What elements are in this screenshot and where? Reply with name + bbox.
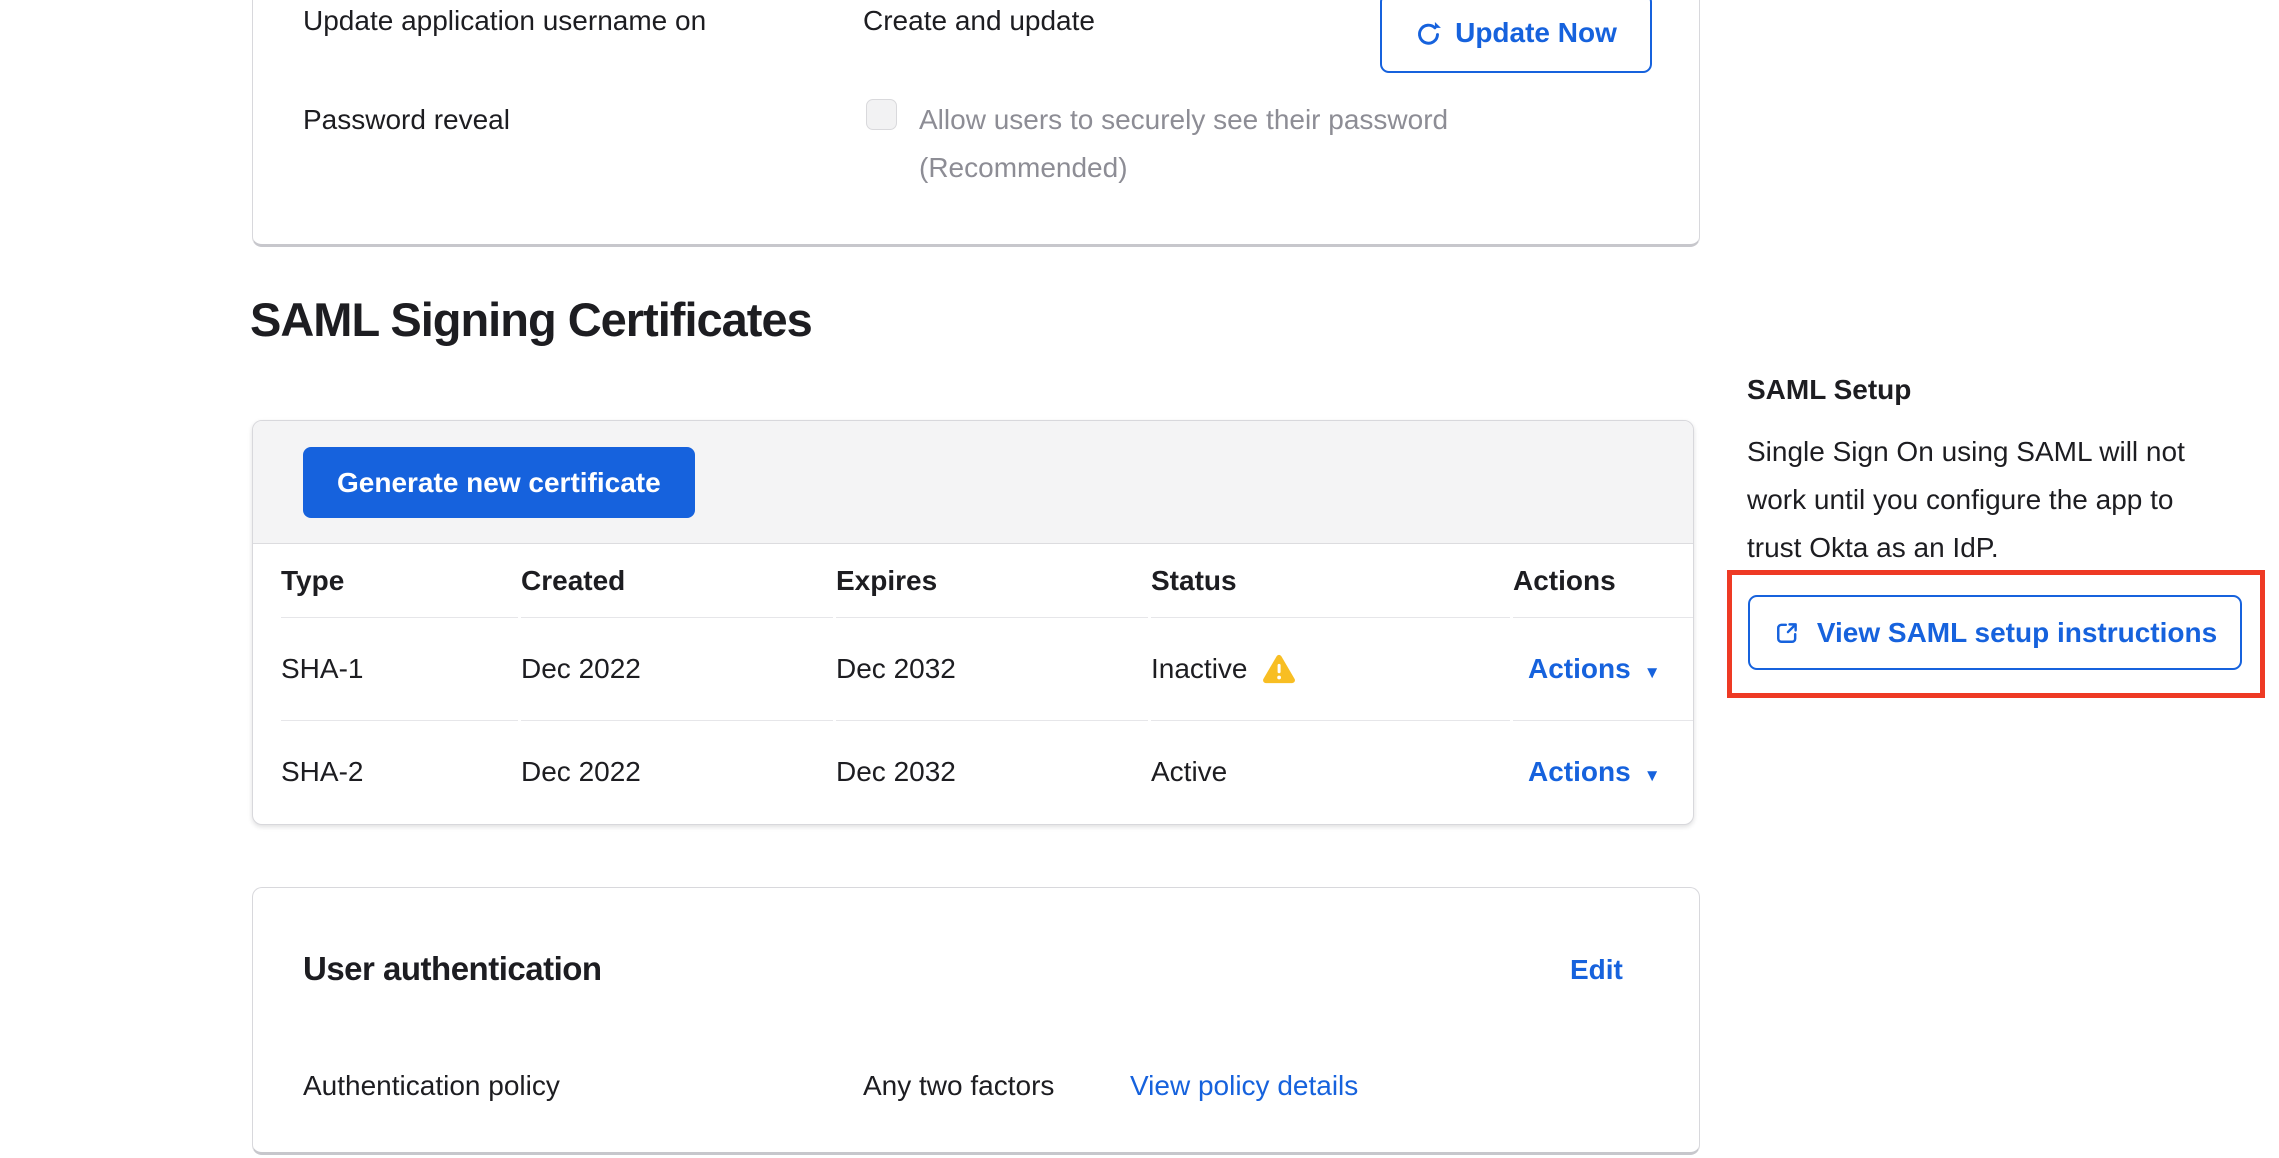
certificates-table-header: Type Created Expires Status Actions (253, 544, 1693, 617)
cert-expires: Dec 2032 (836, 617, 1148, 721)
caret-down-icon (1644, 653, 1661, 685)
cert-status: Active (1151, 756, 1227, 788)
caret-down-icon (1644, 756, 1661, 788)
table-row-sha1: SHA-1 Dec 2022 Dec 2032 Inactive Actions (253, 617, 1693, 720)
password-reveal-checkbox[interactable] (866, 99, 897, 130)
view-policy-details-link[interactable]: View policy details (1130, 1070, 1358, 1102)
password-reveal-desc-line1: Allow users to securely see their passwo… (919, 100, 1448, 140)
actions-dropdown[interactable]: Actions (1528, 653, 1661, 685)
table-row-sha2: SHA-2 Dec 2022 Dec 2032 Active Actions (253, 720, 1693, 823)
password-reveal-label: Password reveal (303, 100, 510, 140)
external-link-icon (1773, 619, 1801, 647)
column-header-actions: Actions (1513, 544, 1693, 617)
refresh-icon (1415, 20, 1442, 47)
cert-type: SHA-1 (281, 617, 518, 721)
certificates-toolbar: Generate new certificate (253, 421, 1693, 544)
page-title: SAML Signing Certificates (250, 292, 812, 347)
column-header-created: Created (521, 544, 833, 617)
cert-expires: Dec 2032 (836, 720, 1148, 824)
cert-created: Dec 2022 (521, 720, 833, 824)
warning-icon (1262, 654, 1296, 684)
user-authentication-card: User authentication Edit Authentication … (252, 887, 1700, 1155)
view-saml-setup-instructions-button[interactable]: View SAML setup instructions (1748, 595, 2242, 670)
edit-link[interactable]: Edit (1570, 954, 1623, 986)
cert-type: SHA-2 (281, 720, 518, 824)
actions-dropdown[interactable]: Actions (1528, 756, 1661, 788)
saml-setup-title: SAML Setup (1747, 374, 1911, 406)
user-authentication-title: User authentication (303, 950, 602, 988)
saml-certificates-panel: Generate new certificate Type Created Ex… (252, 420, 1694, 825)
column-header-status: Status (1151, 544, 1510, 617)
username-update-label: Update application username on (303, 1, 706, 41)
authentication-policy-label: Authentication policy (303, 1070, 560, 1102)
update-now-button[interactable]: Update Now (1380, 0, 1652, 73)
actions-dropdown-label: Actions (1528, 756, 1631, 788)
column-header-type: Type (281, 544, 518, 617)
generate-certificate-button[interactable]: Generate new certificate (303, 447, 695, 518)
authentication-policy-value: Any two factors (863, 1070, 1054, 1102)
cert-status: Inactive (1151, 653, 1248, 685)
view-saml-setup-instructions-label: View SAML setup instructions (1817, 617, 2217, 649)
update-now-label: Update Now (1455, 17, 1617, 49)
cert-created: Dec 2022 (521, 617, 833, 721)
username-update-value: Create and update (863, 1, 1095, 41)
app-settings-card: Update application username on Create an… (252, 0, 1700, 247)
password-reveal-desc-line2: (Recommended) (919, 148, 1128, 188)
column-header-expires: Expires (836, 544, 1148, 617)
saml-setup-description: Single Sign On using SAML will not work … (1747, 428, 2227, 572)
actions-dropdown-label: Actions (1528, 653, 1631, 685)
